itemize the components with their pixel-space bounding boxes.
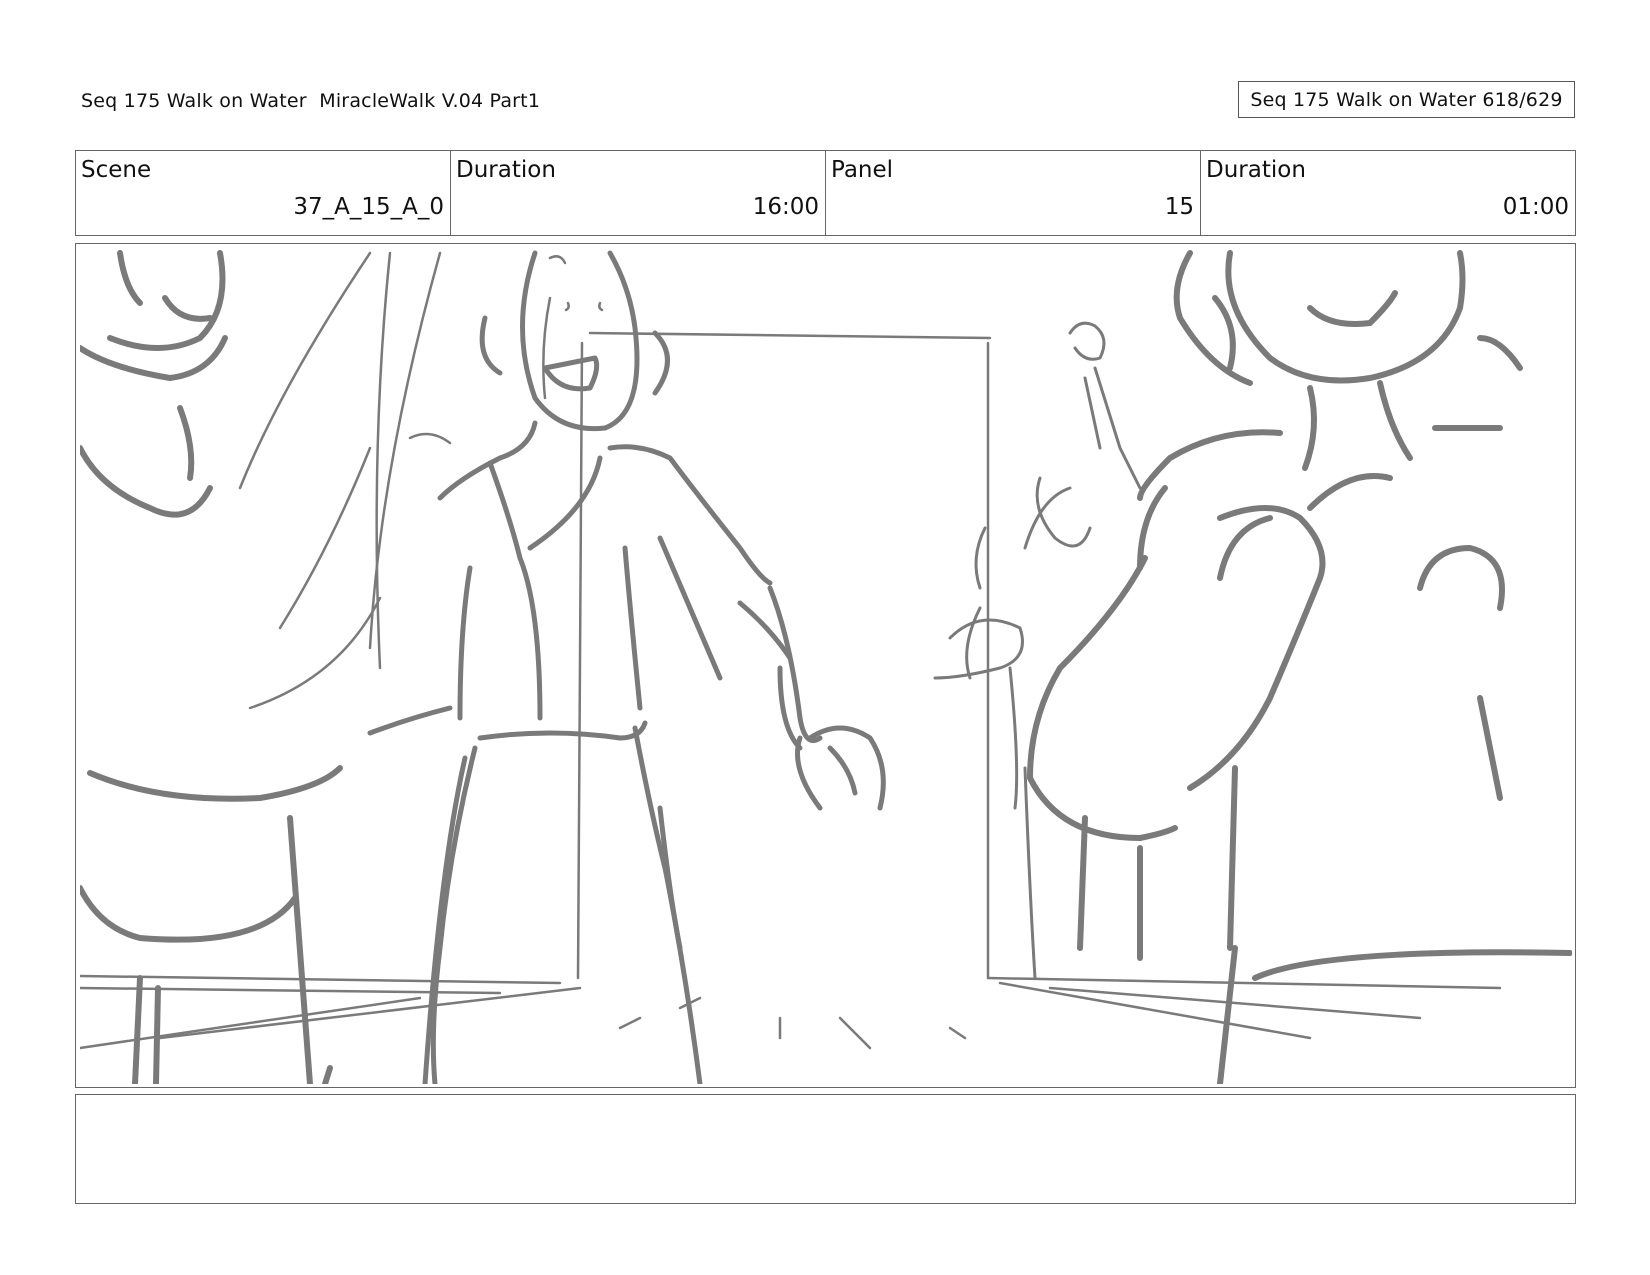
scene-value: 37_A_15_A_0 (293, 194, 444, 220)
left-foreground-figure (80, 250, 343, 1084)
panel-duration-label: Duration (1206, 157, 1306, 183)
panel-value: 15 (1164, 194, 1194, 220)
left-figure-thin-lines (238, 251, 452, 710)
scene-info-table: Scene 37_A_15_A_0 Duration 16:00 Panel 1… (75, 150, 1576, 236)
scene-label: Scene (81, 157, 152, 183)
page-header-title: Seq 175 Walk on Water MiracleWalk V.04 P… (81, 90, 541, 112)
scene-cell: Scene 37_A_15_A_0 (76, 151, 451, 235)
background-figure (933, 321, 1142, 980)
panel-duration-value: 01:00 (1502, 194, 1569, 220)
page-number-badge: Seq 175 Walk on Water 618/629 (1238, 81, 1575, 118)
scene-duration-label: Duration (456, 157, 556, 183)
storyboard-panel (75, 243, 1576, 1088)
scene-duration-value: 16:00 (752, 194, 819, 220)
central-figure (367, 250, 886, 1084)
scene-duration-cell: Duration 16:00 (451, 151, 826, 235)
panel-cell: Panel 15 (826, 151, 1201, 235)
panel-duration-cell: Duration 01:00 (1201, 151, 1575, 235)
panel-notes-box (75, 1094, 1576, 1204)
storyboard-sketch (80, 250, 1572, 1084)
panel-label: Panel (831, 157, 894, 183)
right-foreground-figure (1027, 250, 1572, 1084)
